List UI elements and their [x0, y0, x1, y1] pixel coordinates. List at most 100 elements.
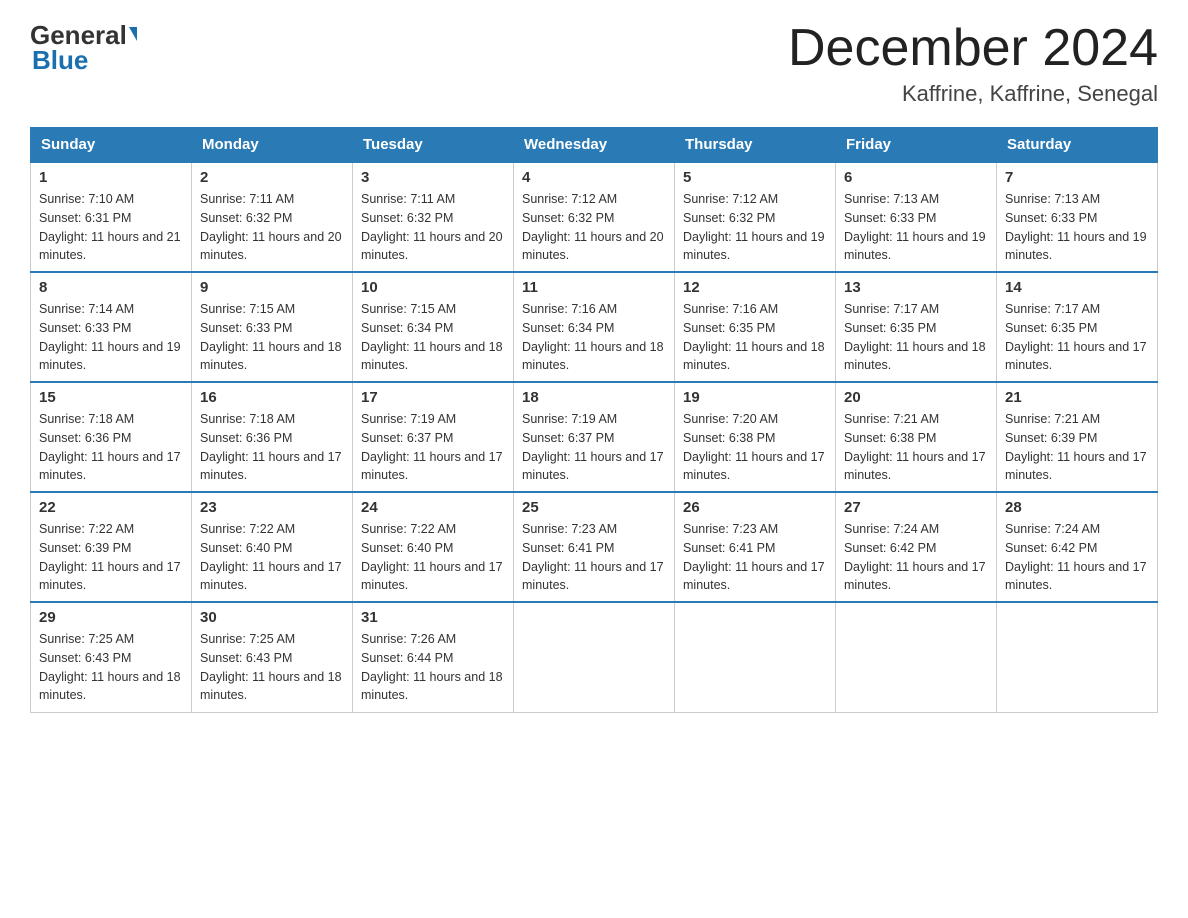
- calendar-week-row: 8 Sunrise: 7:14 AMSunset: 6:33 PMDaylight…: [31, 272, 1158, 382]
- calendar-cell: 13 Sunrise: 7:17 AMSunset: 6:35 PMDayligh…: [836, 272, 997, 382]
- day-info: Sunrise: 7:11 AMSunset: 6:32 PMDaylight:…: [200, 190, 344, 265]
- day-info: Sunrise: 7:26 AMSunset: 6:44 PMDaylight:…: [361, 630, 505, 705]
- calendar-cell: 31 Sunrise: 7:26 AMSunset: 6:44 PMDayligh…: [353, 602, 514, 712]
- day-number: 15: [39, 389, 183, 406]
- calendar-cell: 21 Sunrise: 7:21 AMSunset: 6:39 PMDayligh…: [997, 382, 1158, 492]
- day-info: Sunrise: 7:15 AMSunset: 6:33 PMDaylight:…: [200, 300, 344, 375]
- day-number: 23: [200, 499, 344, 516]
- calendar-table: SundayMondayTuesdayWednesdayThursdayFrid…: [30, 127, 1158, 713]
- day-header-sunday: Sunday: [31, 128, 192, 163]
- day-info: Sunrise: 7:23 AMSunset: 6:41 PMDaylight:…: [683, 520, 827, 595]
- day-header-thursday: Thursday: [675, 128, 836, 163]
- day-number: 19: [683, 389, 827, 406]
- month-title: December 2024: [788, 20, 1158, 77]
- day-header-monday: Monday: [192, 128, 353, 163]
- day-header-saturday: Saturday: [997, 128, 1158, 163]
- day-info: Sunrise: 7:17 AMSunset: 6:35 PMDaylight:…: [844, 300, 988, 375]
- logo-blue-text: Blue: [30, 45, 137, 76]
- calendar-cell: 7Sunrise: 7:13 AMSunset: 6:33 PMDaylight…: [997, 162, 1158, 272]
- day-number: 3: [361, 169, 505, 186]
- day-number: 28: [1005, 499, 1149, 516]
- day-info: Sunrise: 7:22 AMSunset: 6:40 PMDaylight:…: [200, 520, 344, 595]
- day-info: Sunrise: 7:13 AMSunset: 6:33 PMDaylight:…: [844, 190, 988, 265]
- logo-arrow-icon: [129, 27, 137, 41]
- calendar-cell: 18Sunrise: 7:19 AMSunset: 6:37 PMDayligh…: [514, 382, 675, 492]
- calendar-cell: 6 Sunrise: 7:13 AMSunset: 6:33 PMDaylight…: [836, 162, 997, 272]
- page-header: General Blue December 2024 Kaffrine, Kaf…: [30, 20, 1158, 107]
- day-info: Sunrise: 7:23 AMSunset: 6:41 PMDaylight:…: [522, 520, 666, 595]
- day-number: 1: [39, 169, 183, 186]
- day-number: 8: [39, 279, 183, 296]
- calendar-cell: 11 Sunrise: 7:16 AMSunset: 6:34 PMDayligh…: [514, 272, 675, 382]
- day-info: Sunrise: 7:22 AMSunset: 6:40 PMDaylight:…: [361, 520, 505, 595]
- title-area: December 2024 Kaffrine, Kaffrine, Senega…: [788, 20, 1158, 107]
- calendar-cell: 26Sunrise: 7:23 AMSunset: 6:41 PMDayligh…: [675, 492, 836, 602]
- day-number: 13: [844, 279, 988, 296]
- calendar-cell: [836, 602, 997, 712]
- day-number: 30: [200, 609, 344, 626]
- day-number: 14: [1005, 279, 1149, 296]
- day-number: 6: [844, 169, 988, 186]
- calendar-cell: 15 Sunrise: 7:18 AMSunset: 6:36 PMDayligh…: [31, 382, 192, 492]
- day-number: 29: [39, 609, 183, 626]
- day-number: 20: [844, 389, 988, 406]
- calendar-cell: 8 Sunrise: 7:14 AMSunset: 6:33 PMDaylight…: [31, 272, 192, 382]
- calendar-cell: 22 Sunrise: 7:22 AMSunset: 6:39 PMDayligh…: [31, 492, 192, 602]
- day-number: 10: [361, 279, 505, 296]
- day-number: 2: [200, 169, 344, 186]
- calendar-cell: 12Sunrise: 7:16 AMSunset: 6:35 PMDayligh…: [675, 272, 836, 382]
- day-header-wednesday: Wednesday: [514, 128, 675, 163]
- calendar-cell: 16 Sunrise: 7:18 AMSunset: 6:36 PMDayligh…: [192, 382, 353, 492]
- day-number: 25: [522, 499, 666, 516]
- day-info: Sunrise: 7:12 AMSunset: 6:32 PMDaylight:…: [522, 190, 666, 265]
- day-number: 22: [39, 499, 183, 516]
- calendar-week-row: 1 Sunrise: 7:10 AMSunset: 6:31 PMDaylight…: [31, 162, 1158, 272]
- calendar-cell: 20 Sunrise: 7:21 AMSunset: 6:38 PMDayligh…: [836, 382, 997, 492]
- calendar-cell: [997, 602, 1158, 712]
- day-header-tuesday: Tuesday: [353, 128, 514, 163]
- calendar-cell: 5Sunrise: 7:12 AMSunset: 6:32 PMDaylight…: [675, 162, 836, 272]
- day-info: Sunrise: 7:24 AMSunset: 6:42 PMDaylight:…: [844, 520, 988, 595]
- day-info: Sunrise: 7:24 AMSunset: 6:42 PMDaylight:…: [1005, 520, 1149, 595]
- day-info: Sunrise: 7:14 AMSunset: 6:33 PMDaylight:…: [39, 300, 183, 375]
- day-info: Sunrise: 7:21 AMSunset: 6:39 PMDaylight:…: [1005, 410, 1149, 485]
- calendar-cell: [514, 602, 675, 712]
- day-number: 16: [200, 389, 344, 406]
- calendar-cell: 23 Sunrise: 7:22 AMSunset: 6:40 PMDayligh…: [192, 492, 353, 602]
- day-info: Sunrise: 7:22 AMSunset: 6:39 PMDaylight:…: [39, 520, 183, 595]
- calendar-cell: 28 Sunrise: 7:24 AMSunset: 6:42 PMDayligh…: [997, 492, 1158, 602]
- calendar-cell: [675, 602, 836, 712]
- day-number: 12: [683, 279, 827, 296]
- day-info: Sunrise: 7:25 AMSunset: 6:43 PMDaylight:…: [39, 630, 183, 705]
- day-number: 7: [1005, 169, 1149, 186]
- calendar-cell: 29 Sunrise: 7:25 AMSunset: 6:43 PMDayligh…: [31, 602, 192, 712]
- day-info: Sunrise: 7:10 AMSunset: 6:31 PMDaylight:…: [39, 190, 183, 265]
- calendar-cell: 2 Sunrise: 7:11 AMSunset: 6:32 PMDaylight…: [192, 162, 353, 272]
- calendar-cell: 14 Sunrise: 7:17 AMSunset: 6:35 PMDayligh…: [997, 272, 1158, 382]
- day-info: Sunrise: 7:18 AMSunset: 6:36 PMDaylight:…: [200, 410, 344, 485]
- day-number: 4: [522, 169, 666, 186]
- day-info: Sunrise: 7:11 AMSunset: 6:32 PMDaylight:…: [361, 190, 505, 265]
- day-info: Sunrise: 7:12 AMSunset: 6:32 PMDaylight:…: [683, 190, 827, 265]
- calendar-cell: 30Sunrise: 7:25 AMSunset: 6:43 PMDayligh…: [192, 602, 353, 712]
- logo: General Blue: [30, 20, 137, 76]
- day-info: Sunrise: 7:16 AMSunset: 6:34 PMDaylight:…: [522, 300, 666, 375]
- day-number: 21: [1005, 389, 1149, 406]
- calendar-week-row: 15 Sunrise: 7:18 AMSunset: 6:36 PMDayligh…: [31, 382, 1158, 492]
- calendar-cell: 19 Sunrise: 7:20 AMSunset: 6:38 PMDayligh…: [675, 382, 836, 492]
- day-number: 31: [361, 609, 505, 626]
- day-info: Sunrise: 7:18 AMSunset: 6:36 PMDaylight:…: [39, 410, 183, 485]
- day-info: Sunrise: 7:17 AMSunset: 6:35 PMDaylight:…: [1005, 300, 1149, 375]
- day-info: Sunrise: 7:15 AMSunset: 6:34 PMDaylight:…: [361, 300, 505, 375]
- day-info: Sunrise: 7:19 AMSunset: 6:37 PMDaylight:…: [522, 410, 666, 485]
- calendar-header-row: SundayMondayTuesdayWednesdayThursdayFrid…: [31, 128, 1158, 163]
- day-number: 11: [522, 279, 666, 296]
- day-number: 27: [844, 499, 988, 516]
- calendar-cell: 24Sunrise: 7:22 AMSunset: 6:40 PMDayligh…: [353, 492, 514, 602]
- day-info: Sunrise: 7:21 AMSunset: 6:38 PMDaylight:…: [844, 410, 988, 485]
- location-subtitle: Kaffrine, Kaffrine, Senegal: [788, 81, 1158, 107]
- calendar-cell: 17Sunrise: 7:19 AMSunset: 6:37 PMDayligh…: [353, 382, 514, 492]
- calendar-cell: 1 Sunrise: 7:10 AMSunset: 6:31 PMDaylight…: [31, 162, 192, 272]
- calendar-cell: 9Sunrise: 7:15 AMSunset: 6:33 PMDaylight…: [192, 272, 353, 382]
- day-info: Sunrise: 7:20 AMSunset: 6:38 PMDaylight:…: [683, 410, 827, 485]
